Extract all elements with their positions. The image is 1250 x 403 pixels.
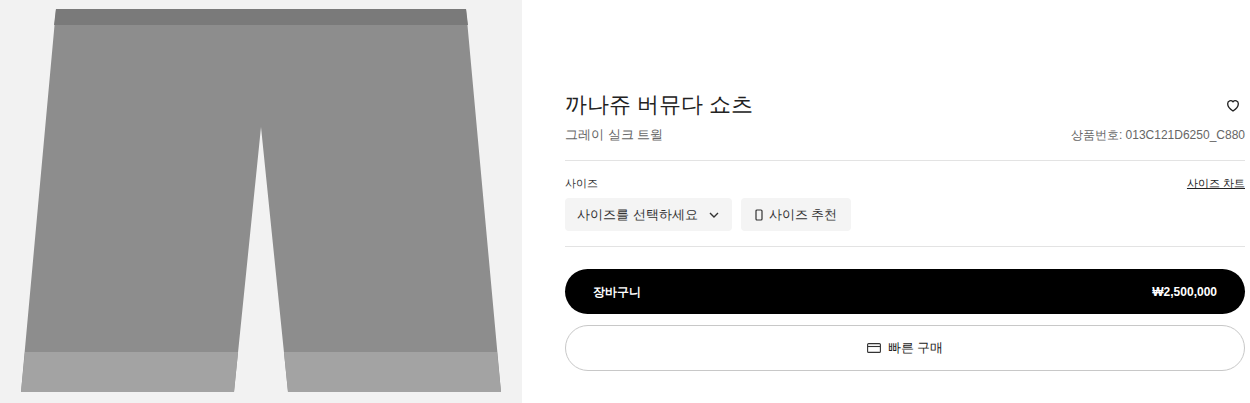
quick-buy-button[interactable]: 빠른 구매: [565, 325, 1245, 371]
size-select[interactable]: 사이즈를 선택하세요: [565, 198, 732, 231]
product-subtitle: 그레이 실크 트윌: [565, 126, 663, 144]
size-recommend-button[interactable]: 사이즈 추천: [741, 198, 852, 231]
product-image: [0, 0, 522, 403]
cart-label: 장바구니: [593, 283, 641, 301]
size-chart-link[interactable]: 사이즈 차트: [1187, 175, 1245, 191]
shorts-photo-icon: [16, 7, 506, 397]
size-select-placeholder: 사이즈를 선택하세요: [577, 205, 698, 225]
product-sku: 상품번호: 013C121D6250_C880: [1071, 126, 1245, 144]
size-recommend: 사이즈 추천: [769, 205, 838, 225]
product-title: 까나쥬 버뮤다 쇼츠: [565, 90, 753, 120]
chevron-down-icon: [708, 209, 720, 221]
cart-price: ₩2,500,000: [1152, 283, 1217, 301]
quick-buy-label: 빠른 구매: [888, 338, 944, 358]
size-label: 사이즈: [565, 175, 598, 191]
card-icon: [867, 343, 881, 353]
cart-button[interactable]: 장바구니 ₩2,500,000: [565, 269, 1245, 314]
heart-icon[interactable]: [1225, 97, 1241, 113]
phone-icon: [755, 209, 763, 221]
